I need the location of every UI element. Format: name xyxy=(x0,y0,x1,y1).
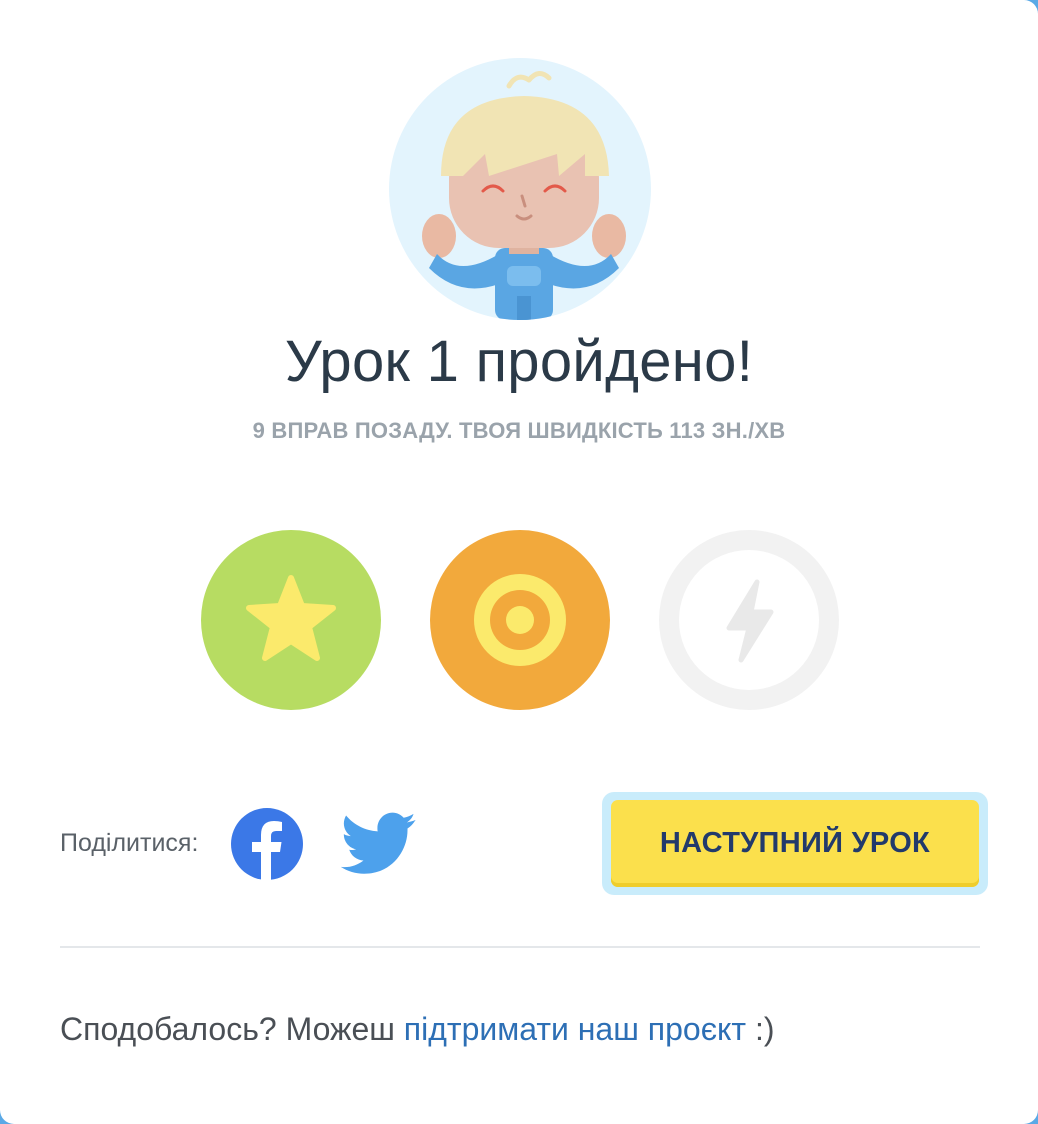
divider xyxy=(60,946,980,948)
facebook-icon xyxy=(231,808,303,880)
facebook-share-button[interactable] xyxy=(231,808,303,880)
next-lesson-label: НАСТУПНИЙ УРОК xyxy=(611,800,979,887)
next-lesson-button[interactable]: НАСТУПНИЙ УРОК xyxy=(602,792,988,895)
twitter-share-button[interactable] xyxy=(340,812,417,876)
target-badge xyxy=(430,530,610,710)
support-suffix: :) xyxy=(746,1011,775,1047)
star-badge xyxy=(201,530,381,710)
support-prefix: Сподобалось? Можеш xyxy=(60,1011,404,1047)
twitter-icon xyxy=(340,812,416,874)
speed-badge-locked xyxy=(659,530,839,710)
lesson-complete-card: Урок 1 пройдено! 9 ВПРАВ ПОЗАДУ. ТВОЯ ШВ… xyxy=(0,0,1038,1124)
lesson-title: Урок 1 пройдено! xyxy=(284,329,754,394)
lesson-stats: 9 ВПРАВ ПОЗАДУ. ТВОЯ ШВИДКІСТЬ 113 ЗН./Х… xyxy=(252,418,786,443)
support-project-link[interactable]: підтримати наш проєкт xyxy=(404,1011,746,1047)
mascot-avatar xyxy=(389,58,651,320)
boy-mascot-icon xyxy=(422,71,626,320)
target-icon xyxy=(474,574,566,666)
support-text: Сподобалось? Можеш підтримати наш проєкт… xyxy=(60,1011,774,1048)
share-label: Поділитися: xyxy=(60,829,199,857)
